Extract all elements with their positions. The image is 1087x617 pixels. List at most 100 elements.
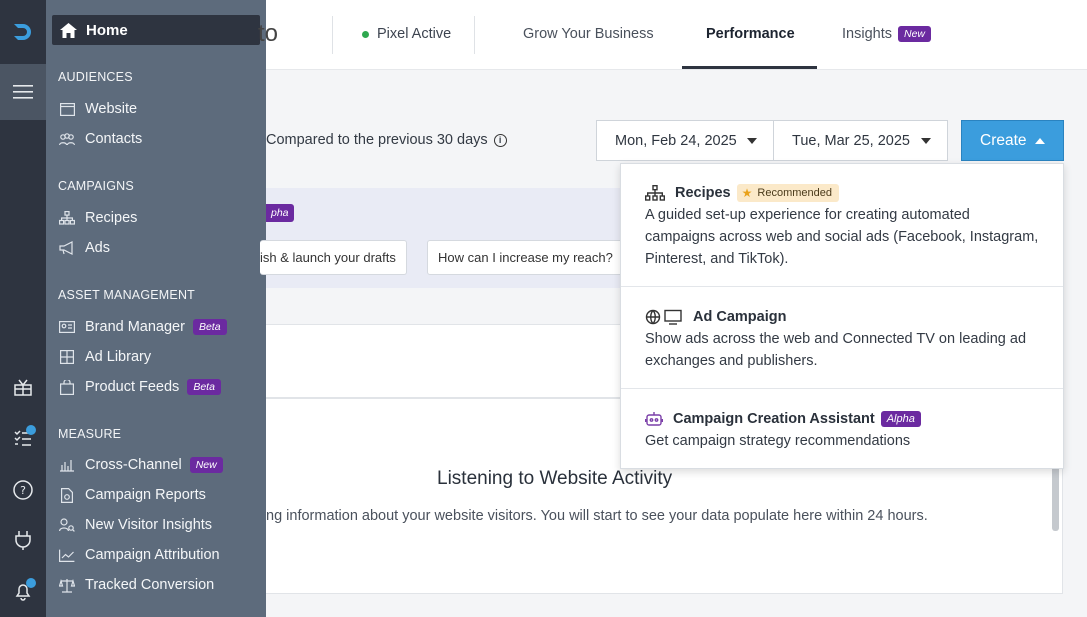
menu-item-description: A guided set-up experience for creating … — [645, 207, 1039, 267]
start-date-picker[interactable]: Mon, Feb 24, 2025 — [596, 120, 774, 161]
chevron-down-icon — [921, 138, 931, 144]
sidebar-item-label: Campaign Attribution — [85, 547, 220, 563]
suggestion-chip[interactable]: How can I increase my reach? — [427, 240, 624, 275]
sidebar-item-cross-channel[interactable]: Cross-Channel New — [58, 454, 223, 476]
top-bar: to Pixel Active Grow Your Business Perfo… — [258, 0, 1087, 70]
sidebar-item-label: Recipes — [85, 210, 138, 226]
new-badge: New — [189, 457, 223, 473]
pixel-status: Pixel Active — [362, 26, 451, 42]
checklist-icon[interactable] — [0, 423, 46, 453]
sidebar-item-label: Product Feeds — [85, 379, 180, 395]
globe-tv-icon — [645, 309, 683, 325]
recommended-badge: ★ Recommended — [736, 184, 839, 202]
plug-icon[interactable] — [0, 525, 46, 555]
summary-card — [266, 324, 626, 398]
trend-line-icon — [58, 547, 76, 563]
scales-icon — [58, 577, 76, 593]
sidebar-item-label: Website — [85, 101, 138, 117]
tab-grow-your-business[interactable]: Grow Your Business — [523, 26, 654, 42]
brand-logo-icon[interactable] — [0, 0, 46, 64]
end-date-value: Tue, Mar 25, 2025 — [792, 132, 910, 149]
tab-insights[interactable]: Insights New — [842, 26, 931, 42]
bar-chart-icon — [58, 457, 76, 473]
suggestion-chip[interactable]: ish & launch your drafts — [260, 240, 407, 275]
report-icon — [58, 487, 76, 503]
grid-icon — [58, 349, 76, 365]
listening-title: Listening to Website Activity — [437, 468, 673, 489]
sidebar-item-product-feeds[interactable]: Product Feeds Beta — [58, 376, 221, 398]
menu-item-title: Ad Campaign — [693, 309, 787, 325]
end-date-picker[interactable]: Tue, Mar 25, 2025 — [773, 120, 948, 161]
sidebar-item-website[interactable]: Website — [58, 98, 137, 120]
help-icon[interactable]: ? — [0, 475, 46, 505]
new-badge: New — [897, 26, 931, 42]
menu-item-campaign-creation-assistant[interactable]: Campaign Creation Assistant Alpha Get ca… — [621, 408, 1063, 452]
sidebar-item-label: Ad Library — [85, 349, 152, 365]
icon-rail: ? — [0, 0, 46, 617]
scrollbar-thumb[interactable] — [1052, 465, 1059, 531]
sidebar-item-home[interactable]: Home — [52, 15, 260, 45]
sidebar-item-label: Contacts — [85, 131, 143, 147]
start-date-value: Mon, Feb 24, 2025 — [615, 132, 737, 149]
sidebar-flyout: Home AUDIENCES Website Contacts CAMPAIGN… — [46, 0, 266, 617]
sidebar-item-label: Brand Manager — [85, 319, 185, 335]
sidebar-item-label: New Visitor Insights — [85, 517, 213, 533]
info-icon[interactable]: i — [493, 133, 507, 147]
sidebar-item-label: Campaign Reports — [85, 487, 206, 503]
section-campaigns: CAMPAIGNS — [58, 179, 134, 193]
menu-item-ad-campaign[interactable]: Ad Campaign Show ads across the web and … — [621, 306, 1063, 372]
divider — [474, 16, 475, 54]
account-name: to — [258, 20, 279, 47]
menu-item-recipes[interactable]: Recipes ★ Recommended A guided set-up exp… — [621, 182, 1063, 270]
sidebar-item-campaign-reports[interactable]: Campaign Reports — [58, 484, 206, 506]
sidebar-item-label: Ads — [85, 240, 110, 256]
sidebar-item-brand-manager[interactable]: Brand Manager Beta — [58, 316, 227, 338]
section-measure: MEASURE — [58, 427, 122, 441]
sidebar-item-tracked-conversion[interactable]: Tracked Conversion — [58, 574, 214, 596]
beta-badge: Beta — [192, 319, 227, 335]
chevron-up-icon — [1035, 138, 1045, 144]
menu-item-title: Campaign Creation Assistant — [673, 411, 875, 427]
tab-label: Insights — [842, 26, 892, 42]
alpha-badge: pha — [266, 204, 294, 222]
section-asset-management: ASSET MANAGEMENT — [58, 288, 196, 302]
sidebar-item-new-visitor-insights[interactable]: New Visitor Insights — [58, 514, 212, 536]
alpha-badge: Alpha — [880, 411, 921, 427]
bell-icon[interactable] — [0, 576, 46, 606]
hierarchy-icon — [645, 185, 665, 201]
divider — [621, 286, 1063, 287]
active-tab-indicator — [682, 66, 817, 69]
menu-item-description: Get campaign strategy recommendations — [645, 433, 911, 449]
create-button[interactable]: Create — [961, 120, 1064, 161]
sidebar-item-campaign-attribution[interactable]: Campaign Attribution — [58, 544, 220, 566]
comparison-text: Compared to the previous 30 days i — [266, 132, 507, 148]
shopping-bag-icon — [58, 379, 76, 395]
tab-performance[interactable]: Performance — [706, 26, 795, 42]
megaphone-icon — [58, 240, 76, 256]
user-search-icon — [58, 517, 76, 533]
listening-subtitle: ng information about your website visito… — [266, 508, 928, 524]
chevron-down-icon — [747, 138, 757, 144]
contacts-icon — [58, 131, 76, 147]
robot-icon — [645, 411, 663, 427]
sidebar-item-ads[interactable]: Ads — [58, 237, 110, 259]
hamburger-menu-icon[interactable] — [0, 64, 46, 120]
sidebar-item-label: Tracked Conversion — [85, 577, 215, 593]
badge-label: Recommended — [757, 187, 832, 199]
browser-icon — [58, 101, 76, 117]
create-label: Create — [980, 131, 1027, 149]
sidebar-item-label: Cross-Channel — [85, 457, 182, 473]
divider — [332, 16, 333, 54]
menu-item-title: Recipes — [675, 185, 731, 201]
sidebar-item-ad-library[interactable]: Ad Library — [58, 346, 151, 368]
create-dropdown-menu: Recipes ★ Recommended A guided set-up exp… — [620, 163, 1064, 469]
star-icon: ★ — [741, 186, 753, 200]
sidebar-item-recipes[interactable]: Recipes — [58, 207, 137, 229]
id-card-icon — [58, 319, 76, 335]
divider — [621, 388, 1063, 389]
gift-box-icon[interactable] — [0, 372, 46, 402]
assistant-band: pha ish & launch your drafts How can I i… — [260, 188, 626, 288]
sidebar-item-contacts[interactable]: Contacts — [58, 128, 142, 150]
home-icon — [60, 22, 77, 38]
status-dot-icon — [362, 30, 369, 38]
